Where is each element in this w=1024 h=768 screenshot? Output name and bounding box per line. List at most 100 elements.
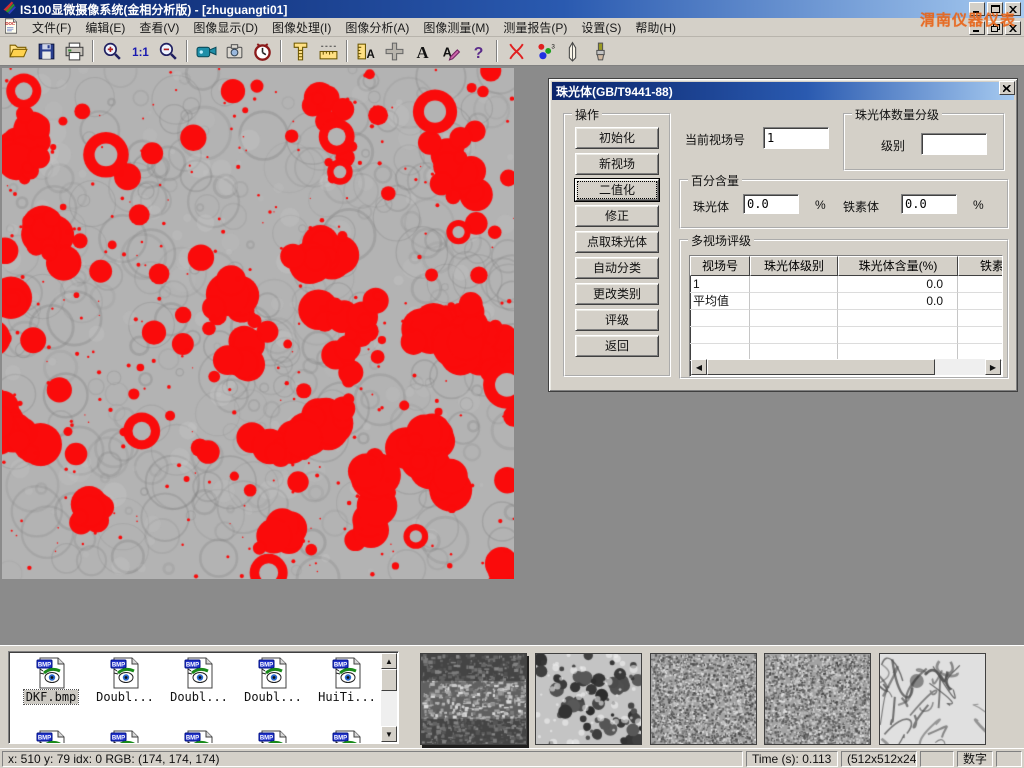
table-cell [750, 327, 838, 344]
file-list-scrollbar[interactable]: ▲ ▼ [381, 653, 397, 742]
file-item[interactable]: BMP [89, 730, 161, 744]
table-hscrollbar[interactable]: ◀ ▶ [691, 359, 1001, 375]
svg-text:?: ? [473, 44, 483, 61]
grid-icon[interactable] [380, 39, 408, 63]
file-item[interactable]: BMPDKF.bmp [15, 657, 87, 704]
scroll-left-button[interactable]: ◀ [691, 359, 707, 375]
table-row[interactable]: 10.0 [690, 276, 1002, 293]
grade-group: 珠光体数量分级 级别 [843, 113, 1005, 171]
measure-text-icon[interactable]: A [352, 39, 380, 63]
dialog-close-button[interactable] [999, 81, 1015, 95]
workspace: 珠光体(GB/T9441-88) 操作 初始化新视场二值化修正点取珠光体自动分类… [0, 66, 1024, 645]
dialog-title-bar[interactable]: 珠光体(GB/T9441-88) [552, 82, 1014, 100]
file-item[interactable]: BMPHuiTi... [311, 657, 383, 704]
thumbnail-fine-speckle[interactable] [650, 653, 757, 745]
table-cell: 1 [690, 276, 750, 293]
file-list[interactable]: BMPDKF.bmpBMPBMPDoubl...BMPBMPDoubl...BM… [8, 651, 399, 744]
menu-item[interactable]: 测量报告(P) [496, 17, 574, 38]
thumbnail-dark-banded[interactable] [420, 653, 527, 745]
file-item[interactable]: BMP [237, 730, 309, 744]
thumbnail-fine-speckle-2[interactable] [764, 653, 871, 745]
scroll-down-button[interactable]: ▼ [381, 726, 397, 742]
table-row[interactable] [690, 310, 1002, 327]
table-row[interactable] [690, 327, 1002, 344]
svg-text:3: 3 [551, 43, 555, 50]
table-row[interactable]: 平均值0.0 [690, 293, 1002, 310]
scrollbar-thumb[interactable] [707, 359, 935, 375]
file-item[interactable]: BMP [15, 730, 87, 744]
minimize-button[interactable] [969, 21, 985, 35]
title-bar[interactable]: IS100显微摄像系统(金相分析版) - [zhuguangti01] [0, 0, 1024, 18]
op-button[interactable]: 点取珠光体 [575, 231, 659, 253]
menu-item[interactable]: 查看(V) [132, 17, 186, 38]
current-field-input[interactable] [763, 127, 829, 149]
op-button[interactable]: 自动分类 [575, 257, 659, 279]
metallograph-image[interactable] [2, 68, 514, 579]
menu-item[interactable]: 帮助(H) [628, 17, 683, 38]
text-icon[interactable]: A [408, 39, 436, 63]
file-item[interactable]: BMP [311, 730, 383, 744]
ruler-icon[interactable] [314, 39, 342, 63]
cursor-position-status: x: 510 y: 79 idx: 0 RGB: (174, 174, 174) [2, 751, 743, 767]
menu-item[interactable]: 编辑(E) [78, 17, 132, 38]
op-button[interactable]: 修正 [575, 205, 659, 227]
menu-item[interactable]: 图像分析(A) [338, 17, 416, 38]
rating-table[interactable]: 视场号珠光体级别珠光体含量(%)铁素体 10.0平均值0.0 ◀ ▶ [689, 255, 1003, 377]
menu-item[interactable]: 图像显示(D) [186, 17, 265, 38]
timer-icon[interactable] [248, 39, 276, 63]
pearlite-dialog: 珠光体(GB/T9441-88) 操作 初始化新视场二值化修正点取珠光体自动分类… [548, 78, 1018, 392]
help-icon[interactable]: ? [464, 39, 492, 63]
resize-grip[interactable] [996, 751, 1022, 767]
op-button[interactable]: 二值化 [575, 179, 659, 201]
ferrite-percent-input[interactable] [901, 194, 957, 214]
file-item[interactable]: BMPDoubl... [237, 657, 309, 704]
restore-button[interactable] [987, 21, 1003, 35]
print-icon[interactable] [60, 39, 88, 63]
pearlite-percent-input[interactable] [743, 194, 799, 214]
menu-item[interactable]: 设置(S) [574, 17, 628, 38]
menu-item[interactable]: 图像处理(I) [265, 17, 338, 38]
op-button[interactable]: 评级 [575, 309, 659, 331]
table-header[interactable]: 视场号 [690, 256, 750, 276]
brush-icon[interactable] [586, 39, 614, 63]
save-icon[interactable] [32, 39, 60, 63]
picker-icon[interactable] [558, 39, 586, 63]
close-button[interactable] [1005, 21, 1021, 35]
level-input[interactable] [921, 133, 987, 155]
maximize-button[interactable] [987, 2, 1003, 16]
thumbnail-light-flakes[interactable] [879, 653, 986, 745]
op-button[interactable]: 更改类别 [575, 283, 659, 305]
table-header[interactable]: 珠光体级别 [750, 256, 838, 276]
file-item[interactable]: BMPDoubl... [163, 657, 235, 704]
menu-item[interactable]: 文件(F) [25, 17, 78, 38]
minimize-button[interactable] [969, 2, 985, 16]
thumbnail-coarse-blobs[interactable] [535, 653, 642, 745]
capture-icon[interactable] [220, 39, 248, 63]
op-button[interactable]: 返回 [575, 335, 659, 357]
close-button[interactable] [1005, 2, 1021, 16]
scrollbar-thumb[interactable] [381, 669, 397, 691]
ferrite-label: 铁素体 [843, 198, 879, 215]
scroll-up-button[interactable]: ▲ [381, 653, 397, 669]
video-camera-icon[interactable] [192, 39, 220, 63]
level-label: 级别 [881, 137, 905, 154]
caliper-icon[interactable] [286, 39, 314, 63]
classify-icon[interactable]: 3 [530, 39, 558, 63]
menu-item[interactable]: 图像测量(M) [416, 17, 496, 38]
scroll-right-button[interactable]: ▶ [985, 359, 1001, 375]
annotate-icon[interactable]: A [436, 39, 464, 63]
zoom-in-icon[interactable] [98, 39, 126, 63]
actual-size-icon[interactable]: 1:1 [126, 39, 154, 63]
table-header[interactable]: 铁素体 [958, 256, 1003, 276]
op-button[interactable]: 初始化 [575, 127, 659, 149]
zoom-out-icon[interactable] [154, 39, 182, 63]
table-header[interactable]: 珠光体含量(%) [838, 256, 958, 276]
percent-group: 百分含量 珠光体 % 铁素体 % [679, 179, 1009, 229]
table-cell [750, 310, 838, 327]
open-icon[interactable] [4, 39, 32, 63]
table-cell [690, 327, 750, 344]
curve-cut-icon[interactable] [502, 39, 530, 63]
file-item[interactable]: BMP [163, 730, 235, 744]
file-item[interactable]: BMPDoubl... [89, 657, 161, 704]
op-button[interactable]: 新视场 [575, 153, 659, 175]
